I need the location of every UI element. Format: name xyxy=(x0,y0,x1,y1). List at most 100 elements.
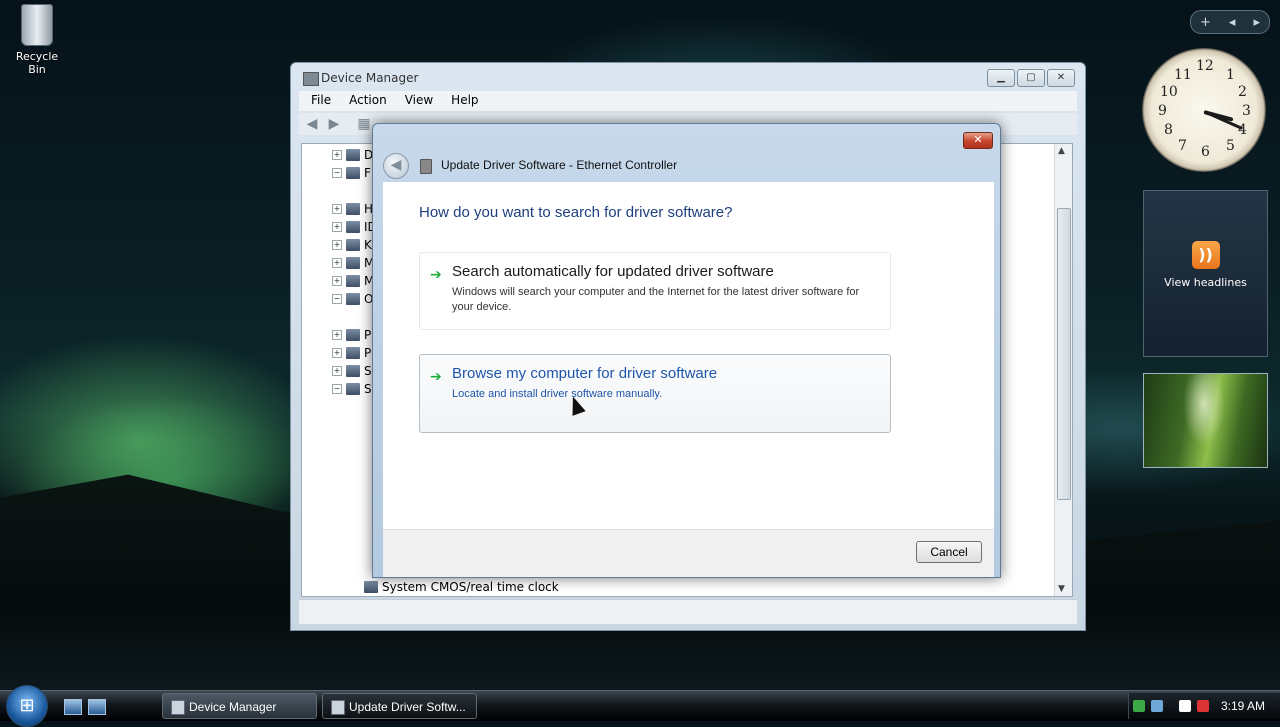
menu-help[interactable]: Help xyxy=(443,91,486,111)
clock-number: 9 xyxy=(1158,103,1167,119)
security-check-icon[interactable] xyxy=(1133,700,1145,712)
volume-muted-icon[interactable] xyxy=(1197,700,1209,712)
device-category-icon xyxy=(346,203,360,215)
dialog-close-button[interactable]: ✕ xyxy=(963,132,993,149)
menu-view[interactable]: View xyxy=(397,91,441,111)
clock-gadget[interactable]: 12 1 2 3 4 5 6 7 8 9 10 11 xyxy=(1142,48,1266,172)
tree-item-label: F xyxy=(364,166,371,180)
network-icon[interactable] xyxy=(1151,700,1163,712)
scroll-down-arrow-icon[interactable]: ▼ xyxy=(1058,584,1065,594)
browse-computer-option[interactable]: ➔ Browse my computer for driver software… xyxy=(419,354,891,433)
device-manager-title-icon xyxy=(303,72,319,86)
status-bar xyxy=(299,599,1077,624)
network-disconnected-icon[interactable] xyxy=(1179,700,1191,712)
green-arrow-icon: ➔ xyxy=(430,267,442,283)
tree-item[interactable]: + P xyxy=(332,344,371,362)
expand-icon[interactable]: + xyxy=(332,366,342,376)
recycle-bin-label: Recycle Bin xyxy=(15,50,59,76)
start-button[interactable]: ⊞ xyxy=(6,685,48,727)
clock-time[interactable]: 3:19 AM xyxy=(1221,699,1265,713)
expand-icon[interactable]: + xyxy=(332,222,342,232)
clock-number: 11 xyxy=(1174,67,1192,83)
clock-number: 1 xyxy=(1226,67,1235,83)
tree-item-label: K xyxy=(364,238,372,252)
device-category-icon xyxy=(346,239,360,251)
clock-number: 7 xyxy=(1178,138,1187,154)
collapse-icon[interactable]: − xyxy=(332,294,342,304)
recycle-bin-icon xyxy=(21,4,53,46)
device-category-icon xyxy=(346,221,360,233)
expand-icon[interactable]: + xyxy=(332,258,342,268)
tree-item[interactable]: + D xyxy=(332,146,373,164)
slideshow-gadget-forest-photo[interactable] xyxy=(1143,373,1268,468)
expand-icon[interactable]: + xyxy=(332,150,342,160)
next-page-icon[interactable]: ▸ xyxy=(1253,15,1260,30)
tree-item[interactable]: + M xyxy=(332,254,374,272)
tree-item-label: P xyxy=(364,346,372,360)
device-manager-icon xyxy=(171,700,185,715)
view-headlines-label: View headlines xyxy=(1164,276,1247,289)
tree-item[interactable]: + P xyxy=(332,326,371,344)
tree-item[interactable]: − S xyxy=(332,380,372,398)
tree-item-label: System CMOS/real time clock xyxy=(382,580,559,594)
taskbar-item-update-driver[interactable]: Update Driver Softw... xyxy=(322,693,477,719)
sidebar-gadget-controls[interactable]: + ◂ ▸ xyxy=(1190,10,1270,34)
previous-page-icon[interactable]: ◂ xyxy=(1229,15,1236,30)
minimize-button[interactable]: ▁ xyxy=(987,69,1015,87)
scroll-up-arrow-icon[interactable]: ▲ xyxy=(1058,146,1065,156)
back-arrow-icon[interactable]: ◀ xyxy=(383,153,409,179)
tree-item[interactable]: + ID xyxy=(332,218,377,236)
forward-arrow-icon[interactable]: ▶ xyxy=(325,116,343,132)
option-title: Browse my computer for driver software xyxy=(452,365,718,382)
notification-area: 3:19 AM xyxy=(1128,693,1280,719)
dialog-title: Update Driver Software - Ethernet Contro… xyxy=(441,158,678,172)
device-category-icon xyxy=(346,257,360,269)
dialog-content: How do you want to search for driver sof… xyxy=(383,182,994,529)
properties-icon[interactable]: ▦ xyxy=(355,116,373,132)
recycle-bin-desktop-icon[interactable]: Recycle Bin xyxy=(6,4,68,76)
search-automatically-option[interactable]: ➔ Search automatically for updated drive… xyxy=(419,252,891,330)
collapse-icon[interactable]: − xyxy=(332,384,342,394)
dialog-footer: Cancel xyxy=(383,529,994,577)
tree-item-label: S xyxy=(364,382,372,396)
switch-windows-icon[interactable] xyxy=(88,699,106,715)
clock-number: 6 xyxy=(1201,144,1210,160)
menu-action[interactable]: Action xyxy=(341,91,395,111)
expand-icon[interactable]: + xyxy=(332,204,342,214)
menu-file[interactable]: File xyxy=(303,91,339,111)
maximize-button[interactable]: ▢ xyxy=(1017,69,1045,87)
close-button[interactable]: ✕ xyxy=(1047,69,1075,87)
update-driver-icon xyxy=(331,700,345,715)
collapse-icon[interactable]: − xyxy=(332,168,342,178)
cancel-button[interactable]: Cancel xyxy=(916,541,982,563)
expand-icon[interactable]: + xyxy=(332,330,342,340)
device-icon xyxy=(420,159,432,174)
scrollbar-thumb[interactable] xyxy=(1057,208,1071,500)
expand-icon[interactable]: + xyxy=(332,276,342,286)
device-category-icon xyxy=(346,275,360,287)
tree-item[interactable]: + S xyxy=(332,362,372,380)
back-arrow-icon[interactable]: ◀ xyxy=(303,116,321,132)
taskbar-item-label: Device Manager xyxy=(189,700,277,714)
expand-icon[interactable]: + xyxy=(332,348,342,358)
add-gadget-icon[interactable]: + xyxy=(1200,15,1211,30)
tree-item[interactable]: − F xyxy=(332,164,371,182)
device-category-icon xyxy=(346,347,360,359)
option-title: Search automatically for updated driver … xyxy=(452,263,774,280)
update-driver-dialog[interactable]: ✕ ◀ Update Driver Software - Ethernet Co… xyxy=(372,123,1001,578)
taskbar-item-device-manager[interactable]: Device Manager xyxy=(162,693,317,719)
feed-headlines-gadget[interactable]: )) View headlines xyxy=(1143,190,1268,357)
tree-item[interactable]: System CMOS/real time clock xyxy=(364,578,559,596)
window-controls: ▁ ▢ ✕ xyxy=(987,69,1075,87)
dialog-question: How do you want to search for driver sof… xyxy=(419,204,733,221)
show-desktop-icon[interactable] xyxy=(64,699,82,715)
clock-number: 8 xyxy=(1164,122,1173,138)
window-title: Device Manager xyxy=(321,71,419,85)
vertical-scrollbar[interactable]: ▲ ▼ xyxy=(1054,144,1072,596)
tree-item[interactable]: + H xyxy=(332,200,373,218)
tree-item[interactable]: + M xyxy=(332,272,374,290)
tree-item[interactable]: + K xyxy=(332,236,372,254)
tree-item[interactable]: − O xyxy=(332,290,373,308)
tree-item-label: P xyxy=(364,328,372,342)
expand-icon[interactable]: + xyxy=(332,240,342,250)
